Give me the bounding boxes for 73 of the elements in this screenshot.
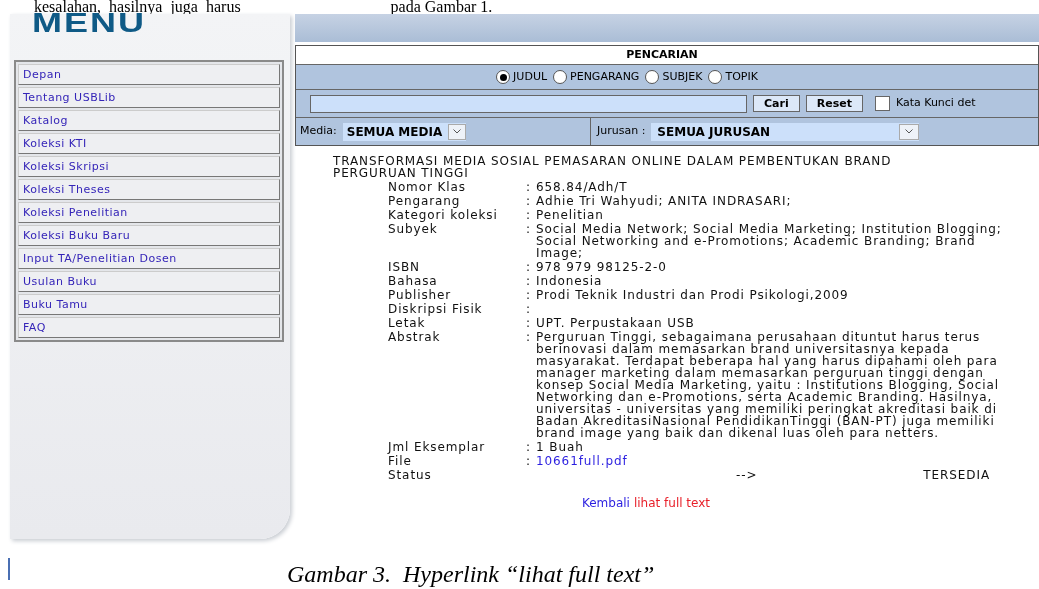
record-title: TRANSFORMASI MEDIA SOSIAL PEMASARAN ONLINE DALAM PEMBENTUKAN BRAND PERGURUAN TINGGI — [333, 155, 893, 179]
menu-logo: MENU — [31, 14, 146, 40]
field-value: Prodi Teknik Industri dan Prodi Psikologi,2009 — [536, 289, 850, 301]
field-value: UPT. Perpustakaan USB — [536, 317, 696, 329]
field-value: Social Media Network; Social Media Marketing; Institution Blogging; Social Networking and e-Promotions; Academic Branding; Brand Image; — [536, 223, 1003, 259]
dropdown-icon — [448, 123, 467, 140]
nav-link[interactable]: lihat full text — [633, 497, 711, 509]
text-cursor — [8, 558, 10, 580]
colon: : — [526, 261, 532, 273]
menu-item[interactable]: Katalog — [18, 110, 280, 131]
colon: : — [526, 455, 532, 467]
keyword-checkbox[interactable] — [874, 96, 890, 111]
department-label: Jurusan : — [597, 123, 646, 140]
colon: : — [526, 209, 532, 221]
department-select[interactable]: SEMUA JURUSAN — [651, 122, 920, 141]
menu-item[interactable]: Koleksi Penelitian — [18, 202, 280, 223]
radio-option[interactable]: TOPIK — [708, 68, 758, 86]
field-value: Adhie Tri Wahyudi; ANITA INDRASARI; — [536, 195, 793, 207]
colon: : — [526, 317, 532, 329]
field-label: Nomor Klas — [388, 181, 467, 193]
radio-option[interactable]: SUBJEK — [645, 68, 703, 86]
field-label: Status — [388, 469, 433, 481]
field-label: Jml Eksemplar — [388, 441, 487, 453]
field-value: 1 Buah — [536, 441, 585, 453]
search-button[interactable]: Reset — [805, 95, 863, 112]
file-link[interactable]: 10661full.pdf — [536, 455, 628, 467]
search-field[interactable] — [310, 94, 747, 113]
field-label: Kategori koleksi — [388, 209, 499, 221]
field-value: 978 979 98125-2-0 — [536, 261, 668, 273]
radio-option[interactable]: PENGARANG — [553, 68, 640, 86]
field-value: Penelitian — [536, 209, 605, 221]
search-button[interactable]: Cari — [753, 95, 800, 112]
media-label: Media: — [300, 123, 337, 140]
colon: : — [526, 181, 532, 193]
colon: : — [526, 275, 532, 287]
menu-item[interactable]: Depan — [18, 64, 280, 85]
field-label: Publisher — [388, 289, 453, 301]
field-value: Indonesia — [536, 275, 604, 287]
menu-item[interactable]: FAQ — [18, 317, 280, 338]
checkbox-label: Kata Kunci det — [895, 95, 976, 112]
field-value: 658.84/Adh/T — [536, 181, 629, 193]
field-label: Diskripsi Fisik — [388, 303, 484, 315]
field-label: File — [388, 455, 413, 467]
field-label: Subyek — [388, 223, 439, 238]
colon: : — [526, 441, 532, 453]
menu-item[interactable]: Koleksi KTI — [18, 133, 280, 154]
colon: : — [526, 195, 532, 207]
menu-item[interactable]: Koleksi Buku Baru — [18, 225, 280, 246]
search-title: PENCARIAN — [625, 47, 699, 63]
menu-item[interactable]: Tentang USBLib — [18, 87, 280, 108]
colon: : — [526, 303, 532, 315]
field-value: Perguruan Tinggi, sebagaimana perusahaan dituntut harus terus berinovasi dalam memasarkan brand universitasnya kepada masyarakat. Terdapat beberapa hal yang harus dipahami oleh para manager marketing dalam memasarkan perguruan tinggi dengan konsep Social Media Marketing, yaitu : Institutions Blogging, Social Networking dan e-Promotions, serta Academic Branding. Hasilnya, universitas - universitas yang memiliki peringkat akreditasi baik di Badan AkreditasiNasional PendidikanTinggi (BAN-PT) juga memiliki brand image yang baik dan dikenal luas oleh para netters. — [536, 331, 1000, 439]
radio-option[interactable]: JUDUL — [496, 68, 548, 86]
field-label: Pengarang — [388, 195, 462, 207]
menu-item[interactable]: Buku Tamu — [18, 294, 280, 315]
colon: : — [526, 289, 532, 301]
menu-item[interactable]: Koleksi Skripsi — [18, 156, 280, 177]
menu-item[interactable]: Input TA/Penelitian Dosen — [18, 248, 280, 269]
field-label: Letak — [388, 317, 427, 329]
nav-link[interactable]: Kembali — [581, 497, 630, 509]
dropdown-icon — [899, 123, 920, 140]
media-select[interactable]: SEMUA MEDIA — [342, 122, 467, 141]
status-value: TERSEDIA — [923, 469, 990, 481]
figure-caption: Gambar 3. Hyperlink “lihat full text” — [287, 560, 655, 588]
colon: : — [526, 331, 532, 346]
field-label: Abstrak — [388, 331, 442, 346]
field-label: Bahasa — [388, 275, 439, 287]
field-label: ISBN — [388, 261, 421, 273]
document-text: pada Gambar 1. — [390, 0, 493, 14]
colon: : — [526, 223, 532, 238]
menu-item[interactable]: Koleksi Theses — [18, 179, 280, 200]
status-arrow: --> — [736, 469, 758, 481]
menu-item[interactable]: Usulan Buku — [18, 271, 280, 292]
